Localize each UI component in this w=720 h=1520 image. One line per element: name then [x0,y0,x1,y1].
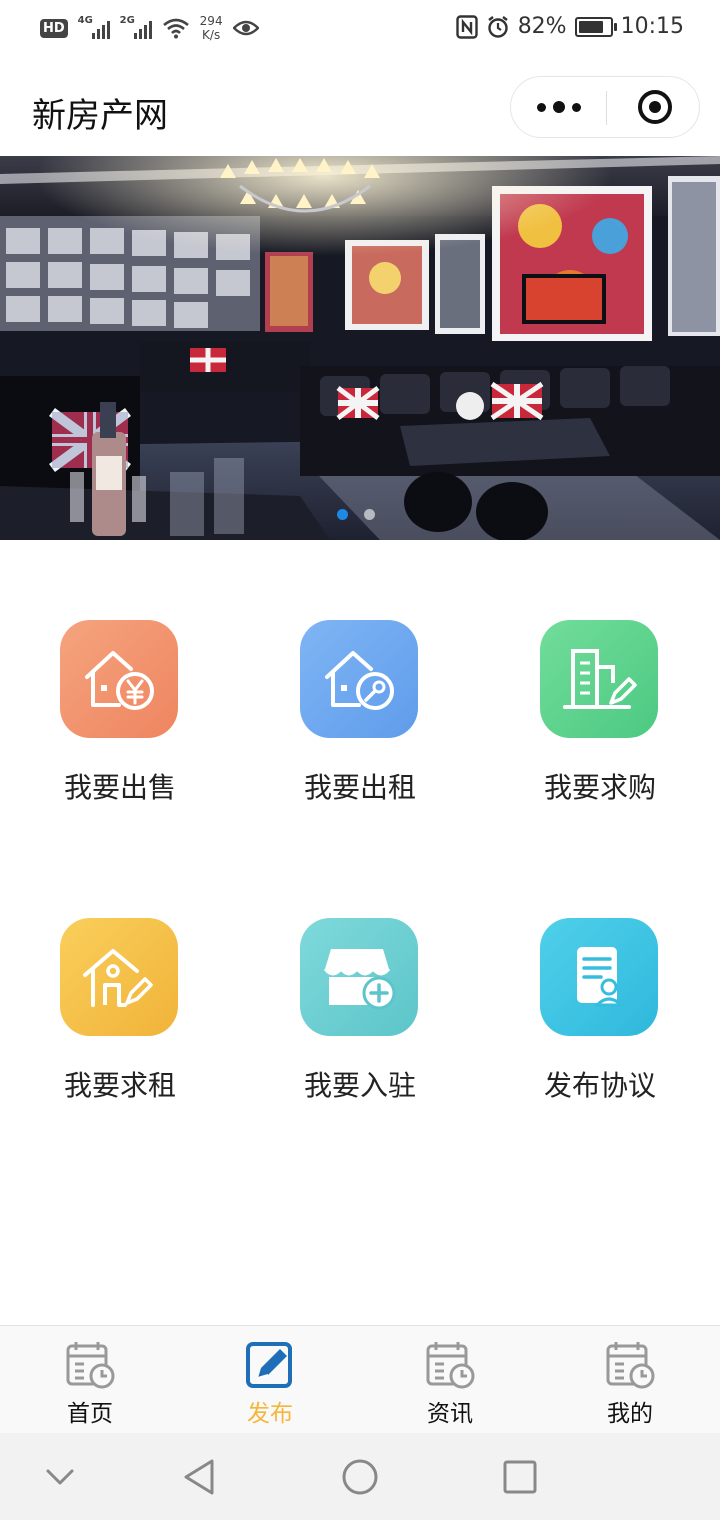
battery-icon [574,16,617,37]
carousel-dot[interactable] [364,509,375,520]
tab-label-home: 首页 [67,1401,113,1427]
house-pen-icon [83,949,153,1007]
tile-want-buy [540,620,658,738]
network-speed-unit: K/s [202,28,221,42]
more-button[interactable] [511,77,606,137]
grid-label-want-buy: 我要求购 [543,771,656,804]
chevron-down-icon[interactable] [36,1453,84,1501]
title-bar: 新房产网 [0,62,720,156]
tile-rent-out [300,620,418,738]
back-triangle-icon[interactable] [176,1453,224,1501]
alarm-icon [487,15,508,38]
home-circle-icon[interactable] [336,1453,384,1501]
nfc-icon [455,14,478,39]
calendar-clock-icon [66,1342,115,1389]
battery-percent: 82% [517,14,567,39]
tab-news[interactable]: 资讯 [360,1326,540,1434]
calendar-clock-icon [606,1342,655,1389]
grid-label-join: 我要入驻 [303,1069,416,1102]
grid-label-rent-out: 我要出租 [303,771,416,804]
grid-item-want-rent[interactable]: 我要求租 [0,918,240,1118]
grid-item-want-buy[interactable]: 我要求购 [480,620,720,820]
eye-icon [232,20,259,36]
tab-publish[interactable]: 发布 [180,1326,360,1434]
page-title: 新房产网 [32,96,168,136]
edit-icon [246,1342,292,1388]
tab-bar: 首页 发布 资讯 我的 [0,1325,720,1434]
miniprogram-capsule [510,76,700,138]
store-plus-icon [323,949,396,1010]
grid-item-agreement[interactable]: 发布协议 [480,918,720,1118]
banner-carousel[interactable] [0,156,720,540]
tile-want-rent [60,918,178,1036]
tab-label-mine: 我的 [607,1401,653,1427]
signal-4g-icon: 4G [77,15,110,39]
capsule-divider [606,91,607,125]
tile-join [300,918,418,1036]
more-dot-icon [552,101,565,113]
building-pen-icon [563,649,637,709]
tile-sell [60,620,178,738]
signal-4g-label: 4G [77,15,93,26]
grid-label-sell: 我要出售 [63,771,176,804]
grid-item-sell[interactable]: 我要出售 [0,620,240,820]
system-nav-bar [0,1433,720,1520]
grid-item-join[interactable]: 我要入驻 [240,918,480,1118]
document-user-icon [577,947,625,1007]
grid-label-agreement: 发布协议 [543,1069,656,1102]
tile-agreement [540,918,658,1036]
house-key-icon [325,651,394,710]
tab-label-publish: 发布 [247,1401,293,1427]
tab-label-news: 资讯 [427,1401,473,1427]
calendar-clock-icon [426,1342,475,1389]
status-bar: HD 4G 2G 294 K/s 82% 10:15 [0,0,720,62]
network-speed-value: 294 [199,14,223,28]
carousel-dot[interactable] [337,509,348,520]
battery-fill [578,20,604,33]
network-speed: 294 K/s [200,14,223,42]
tab-home[interactable]: 首页 [0,1326,180,1434]
close-target-icon[interactable] [638,90,672,124]
wifi-icon [162,18,189,39]
house-yen-icon [85,651,154,710]
more-dot-icon [536,102,546,112]
grid-item-rent-out[interactable]: 我要出租 [240,620,480,820]
banner-image [0,156,720,540]
signal-2g-label: 2G [119,15,135,26]
signal-2g-icon: 2G [119,15,152,39]
more-dot-icon [571,102,581,112]
clock: 10:15 [620,14,684,39]
grid-label-want-rent: 我要求租 [63,1069,176,1102]
carousel-indicator [0,509,720,520]
hd-badge: HD [40,18,68,38]
tab-mine[interactable]: 我的 [540,1326,720,1434]
recents-square-icon[interactable] [496,1453,544,1501]
